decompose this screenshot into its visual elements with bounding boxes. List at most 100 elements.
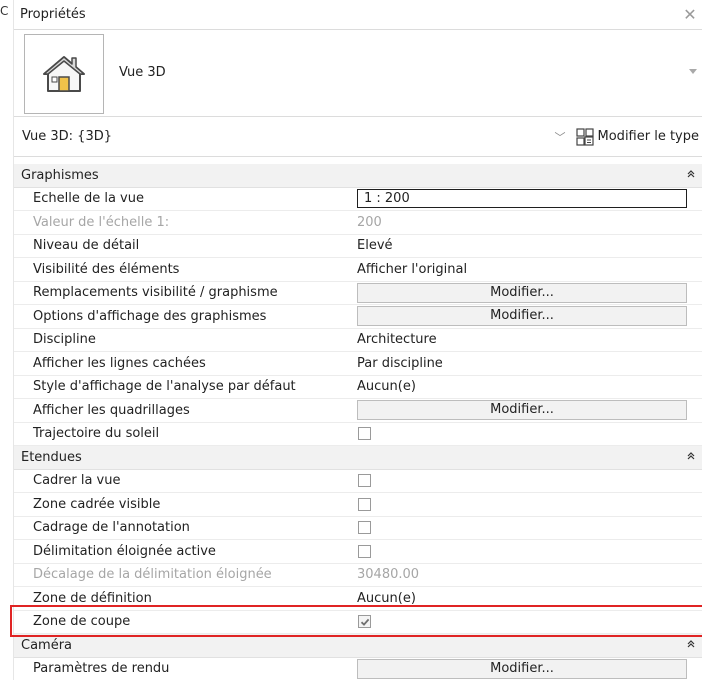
property-name: Niveau de détail: [33, 238, 140, 254]
section-title: Graphismes: [21, 167, 99, 183]
property-name: Options d'affichage des graphismes: [33, 308, 267, 324]
property-row-niveau-de-detail: Niveau de détail Elevé: [14, 235, 702, 258]
property-value: Modifier...: [352, 282, 702, 303]
property-name: Valeur de l'échelle 1:: [33, 214, 170, 230]
collapse-chevron-icon[interactable]: [684, 451, 698, 463]
property-value: Architecture: [352, 332, 702, 347]
palette-title: Propriétés: [20, 7, 86, 22]
property-name: Trajectoire du soleil: [33, 426, 160, 442]
property-value: Aucun(e): [352, 591, 702, 606]
property-name: Afficher les quadrillages: [33, 402, 190, 418]
property-name: Paramètres de rendu: [33, 661, 170, 677]
edit-type-icon[interactable]: [575, 127, 594, 146]
property-name: Style d'affichage de l'analyse par défau…: [33, 379, 296, 395]
stray-character: C: [0, 4, 9, 18]
type-selector[interactable]: Vue 3D: [14, 29, 702, 117]
chevron-down-icon[interactable]: ﹀: [555, 129, 566, 145]
property-row-remplacements-visibilite-graphisme: Remplacements visibilité / graphisme Modi…: [14, 282, 702, 305]
modify-button[interactable]: Modifier...: [357, 282, 687, 303]
property-name: Discipline: [33, 332, 96, 348]
collapse-chevron-icon[interactable]: [684, 169, 698, 181]
property-value-text[interactable]: Aucun(e): [357, 379, 416, 394]
property-row-options-d-affichage-des-graphismes: Options d'affichage des graphismes Modifi…: [14, 305, 702, 329]
property-checkbox[interactable]: [358, 615, 371, 629]
collapse-chevron-icon[interactable]: [684, 639, 698, 651]
property-input[interactable]: 1 : 200: [357, 189, 687, 209]
properties-grid: Graphismes Echelle de la vue 1 : 200 Valeur…: [14, 164, 702, 680]
property-checkbox[interactable]: [358, 521, 371, 535]
property-value: Afficher l'original: [352, 262, 702, 277]
property-name: Décalage de la délimitation éloignée: [33, 567, 272, 583]
property-row-style-d-affichage-de-l-analyse-par-defaut: Style d'affichage de l'analyse par défau…: [14, 376, 702, 399]
property-name: Visibilité des éléments: [33, 261, 180, 277]
property-value: 1 : 200: [352, 189, 702, 209]
property-value: [352, 544, 702, 558]
section-header-etendues[interactable]: Etendues: [14, 446, 702, 470]
modify-button[interactable]: Modifier...: [357, 658, 687, 679]
property-name: Délimitation éloignée active: [33, 543, 216, 559]
property-checkbox[interactable]: [358, 427, 371, 441]
type-family-label: Vue 3D: [119, 65, 166, 80]
modify-button[interactable]: Modifier...: [357, 306, 687, 327]
section-title: Caméra: [21, 637, 73, 653]
properties-palette: Propriétés ✕ Vue 3D Vue 3D: {3D} ﹀ Modif…: [13, 0, 702, 680]
property-value-text[interactable]: Elevé: [357, 238, 393, 253]
section-title: Etendues: [21, 449, 82, 465]
chevron-down-icon[interactable]: [689, 69, 697, 74]
property-value: [352, 615, 702, 629]
property-value: [352, 427, 702, 441]
property-row-cadrage-de-l-annotation: Cadrage de l'annotation: [14, 517, 702, 540]
property-name: Remplacements visibilité / graphisme: [33, 285, 278, 301]
property-value: 200: [352, 215, 702, 230]
property-value-text[interactable]: Architecture: [357, 332, 437, 347]
property-name: Echelle de la vue: [33, 191, 144, 207]
property-value: Modifier...: [352, 658, 702, 679]
modify-button[interactable]: Modifier...: [357, 400, 687, 421]
instance-filter[interactable]: Vue 3D: {3D} ﹀ Modifier le type: [14, 117, 702, 157]
property-row-afficher-les-quadrillages: Afficher les quadrillages Modifier...: [14, 399, 702, 423]
property-value: [352, 474, 702, 488]
property-row-valeur-de-l-echelle-1: Valeur de l'échelle 1: 200: [14, 211, 702, 235]
property-row-delimitation-eloignee-active: Délimitation éloignée active: [14, 540, 702, 564]
property-row-zone-de-coupe: Zone de coupe: [14, 611, 702, 634]
property-name: Zone cadrée visible: [33, 496, 161, 512]
section-header-graphismes[interactable]: Graphismes: [14, 164, 702, 188]
property-row-echelle-de-la-vue: Echelle de la vue 1 : 200: [14, 188, 702, 211]
property-name: Cadrer la vue: [33, 473, 121, 489]
property-value-text[interactable]: 200: [357, 215, 382, 230]
property-value: Aucun(e): [352, 379, 702, 394]
property-value: Par discipline: [352, 356, 702, 371]
property-name: Cadrage de l'annotation: [33, 520, 190, 536]
property-value-text[interactable]: Aucun(e): [357, 591, 416, 606]
property-value-text[interactable]: 30480.00: [357, 567, 419, 582]
close-icon[interactable]: ✕: [682, 6, 698, 23]
property-value: Modifier...: [352, 306, 702, 327]
property-checkbox[interactable]: [358, 474, 371, 488]
property-name: Zone de coupe: [33, 614, 131, 630]
palette-titlebar: Propriétés ✕: [14, 0, 702, 29]
property-row-zone-de-definition: Zone de définition Aucun(e): [14, 587, 702, 611]
property-row-cadrer-la-vue: Cadrer la vue: [14, 470, 702, 493]
property-value: 30480.00: [352, 567, 702, 582]
property-value-text[interactable]: Afficher l'original: [357, 262, 467, 277]
property-value-text[interactable]: Par discipline: [357, 356, 443, 371]
property-name: Zone de définition: [33, 590, 152, 606]
property-value: [352, 521, 702, 535]
instance-filter-value[interactable]: Vue 3D: {3D}: [22, 129, 555, 144]
property-row-zone-cadree-visible: Zone cadrée visible: [14, 493, 702, 517]
section-header-camera[interactable]: Caméra: [14, 634, 702, 658]
property-row-discipline: Discipline Architecture: [14, 329, 702, 352]
property-row-afficher-les-lignes-cachees: Afficher les lignes cachées Par disciplin…: [14, 352, 702, 376]
property-value: Modifier...: [352, 400, 702, 421]
property-checkbox[interactable]: [358, 544, 371, 558]
property-value: [352, 497, 702, 511]
modify-type-button[interactable]: Modifier le type: [598, 129, 699, 144]
property-row-parametres-de-rendu: Paramètres de rendu Modifier...: [14, 658, 702, 680]
property-name: Afficher les lignes cachées: [33, 355, 206, 371]
property-row-visibilite-des-elements: Visibilité des éléments Afficher l'origin…: [14, 258, 702, 282]
property-value: Elevé: [352, 238, 702, 253]
property-row-trajectoire-du-soleil: Trajectoire du soleil: [14, 423, 702, 446]
property-row-decalage-de-la-delimitation-eloignee: Décalage de la délimitation éloignée 3048…: [14, 564, 702, 587]
house-3d-view-icon: [24, 34, 104, 114]
property-checkbox[interactable]: [358, 497, 371, 511]
